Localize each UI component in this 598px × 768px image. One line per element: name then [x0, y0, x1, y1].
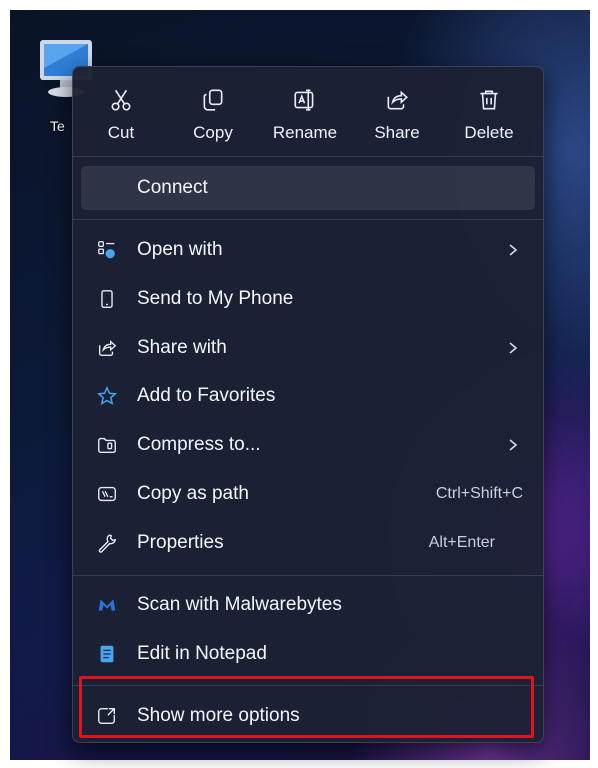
copy-label: Copy	[193, 123, 233, 142]
menu-item-properties[interactable]: Properties Alt+Enter	[81, 521, 535, 565]
chevron-right-icon	[509, 342, 518, 354]
divider	[73, 156, 543, 157]
menu-item-connect[interactable]: Connect	[81, 166, 535, 210]
menu-item-open-with[interactable]: Open with	[81, 228, 535, 272]
menu-item-label: Send to My Phone	[137, 288, 294, 309]
divider	[73, 575, 543, 576]
trash-icon	[480, 90, 498, 110]
menu-item-label: Show more options	[137, 705, 300, 726]
menu-item-copy-as-path[interactable]: Copy as path Ctrl+Shift+C	[81, 472, 535, 516]
copy-button[interactable]: Copy	[171, 75, 255, 147]
menu-item-share-with[interactable]: Share with	[81, 326, 535, 370]
menu-item-label: Edit in Notepad	[137, 643, 267, 664]
cut-label: Cut	[107, 123, 135, 142]
chevron-right-icon	[509, 244, 518, 256]
open-with-icon	[95, 238, 119, 262]
menu-item-label: Add to Favorites	[137, 385, 276, 406]
star-icon	[95, 384, 119, 408]
rename-icon	[294, 89, 314, 111]
rename-label: Rename	[272, 123, 338, 142]
divider	[73, 685, 543, 686]
menu-item-label: Open with	[137, 239, 223, 260]
quick-actions-bar: Cut Copy Rename Share Delete	[73, 67, 543, 155]
show-more-icon	[95, 704, 119, 728]
rename-button[interactable]: Rename	[263, 75, 347, 147]
share-button[interactable]: Share	[355, 75, 439, 147]
share-icon	[387, 90, 408, 110]
malwarebytes-icon	[95, 593, 119, 617]
phone-icon	[95, 287, 119, 311]
menu-item-show-more-options[interactable]: Show more options	[81, 694, 535, 738]
copy-icon	[203, 89, 223, 111]
desktop-icon-label: Te	[50, 118, 65, 134]
menu-item-add-to-favorites[interactable]: Add to Favorites	[81, 374, 535, 418]
share-with-icon	[95, 336, 119, 360]
shortcut-text: Alt+Enter	[428, 534, 495, 551]
menu-item-label: Share with	[137, 337, 227, 358]
menu-item-send-to-phone[interactable]: Send to My Phone	[81, 277, 535, 321]
notepad-icon	[95, 642, 119, 666]
context-menu: Cut Copy Rename Share Delete Connect Ope…	[72, 66, 544, 743]
scissors-icon	[111, 89, 131, 111]
menu-item-label: Copy as path	[137, 483, 249, 504]
menu-item-label: Compress to...	[137, 434, 261, 455]
divider	[73, 219, 543, 220]
archive-icon	[95, 433, 119, 457]
chevron-right-icon	[509, 439, 518, 451]
shortcut-text: Ctrl+Shift+C	[435, 485, 523, 502]
menu-item-label: Scan with Malwarebytes	[137, 594, 342, 615]
menu-item-label: Properties	[137, 532, 224, 553]
menu-item-scan-malwarebytes[interactable]: Scan with Malwarebytes	[81, 583, 535, 627]
menu-item-edit-in-notepad[interactable]: Edit in Notepad	[81, 632, 535, 676]
wrench-icon	[95, 531, 119, 555]
menu-item-label: Connect	[137, 177, 208, 198]
cut-button[interactable]: Cut	[79, 75, 163, 147]
menu-item-compress[interactable]: Compress to...	[81, 423, 535, 467]
share-label: Share	[374, 123, 420, 142]
path-icon	[95, 482, 119, 506]
delete-label: Delete	[464, 123, 514, 142]
delete-button[interactable]: Delete	[447, 75, 531, 147]
